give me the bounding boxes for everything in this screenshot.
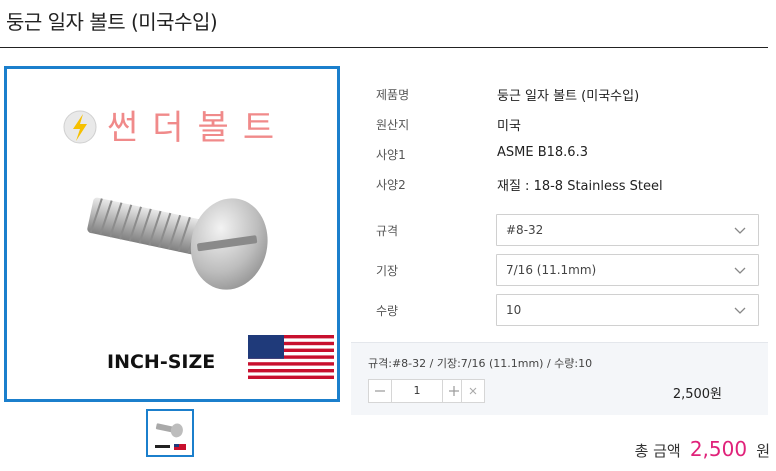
page-title: 둥근 일자 볼트 (미국수입) (6, 10, 218, 34)
minus-icon (375, 390, 385, 392)
info-value-product-name: 둥근 일자 볼트 (미국수입) (497, 89, 640, 104)
remove-option-button[interactable] (461, 379, 485, 403)
total-label: 총 금액 (634, 442, 681, 460)
chevron-down-icon (734, 267, 746, 274)
option-line-price: 2,500원 (672, 387, 722, 402)
size-select-value: #8-32 (506, 223, 544, 237)
quantity-decrease-button[interactable] (368, 379, 392, 403)
product-thumbnail[interactable] (146, 409, 194, 457)
info-label-spec1: 사양1 (376, 148, 406, 162)
length-select-value: 7/16 (11.1mm) (506, 263, 597, 277)
brand-text: 썬더볼트 (107, 108, 288, 148)
quantity-input[interactable]: 1 (392, 379, 442, 403)
selected-option-box: 규격:#8-32 / 기장:7/16 (11.1mm) / 수량:10 1 2,… (351, 342, 768, 415)
quantity-stepper: 1 (368, 379, 466, 403)
info-value-spec1: ASME B18.6.3 (497, 145, 588, 160)
chevron-down-icon (734, 227, 746, 234)
quantity-select-value: 10 (506, 303, 522, 317)
brand-logo (63, 110, 97, 144)
close-icon (469, 387, 477, 395)
quantity-select[interactable]: 10 (496, 294, 759, 326)
info-value-spec2: 재질 : 18-8 Stainless Steel (497, 179, 663, 194)
selected-option-summary: 규격:#8-32 / 기장:7/16 (11.1mm) / 수량:10 (368, 357, 593, 370)
length-select[interactable]: 7/16 (11.1mm) (496, 254, 759, 286)
option-label-length: 기장 (376, 264, 399, 278)
total-price: 총 금액 2,500 원 (635, 437, 770, 461)
chevron-down-icon (734, 307, 746, 314)
option-label-quantity: 수량 (376, 304, 399, 318)
total-unit: 원 (756, 442, 770, 460)
total-amount: 2,500 (689, 437, 748, 461)
info-label-spec2: 사양2 (376, 178, 406, 192)
product-main-image[interactable]: 썬더볼트 INCH-SIZE (4, 66, 340, 402)
bolt-image (87, 197, 268, 290)
info-label-origin: 원산지 (376, 118, 410, 132)
product-illustration: 썬더볼트 INCH-SIZE (63, 108, 334, 379)
size-caption: INCH-SIZE (107, 351, 215, 373)
size-select[interactable]: #8-32 (496, 214, 759, 246)
info-value-origin: 미국 (497, 119, 521, 134)
title-divider (0, 47, 768, 48)
option-label-size: 규격 (376, 224, 399, 238)
us-flag-icon (248, 335, 334, 379)
info-label-product-name: 제품명 (376, 88, 410, 102)
thumbnail-image (155, 423, 186, 450)
